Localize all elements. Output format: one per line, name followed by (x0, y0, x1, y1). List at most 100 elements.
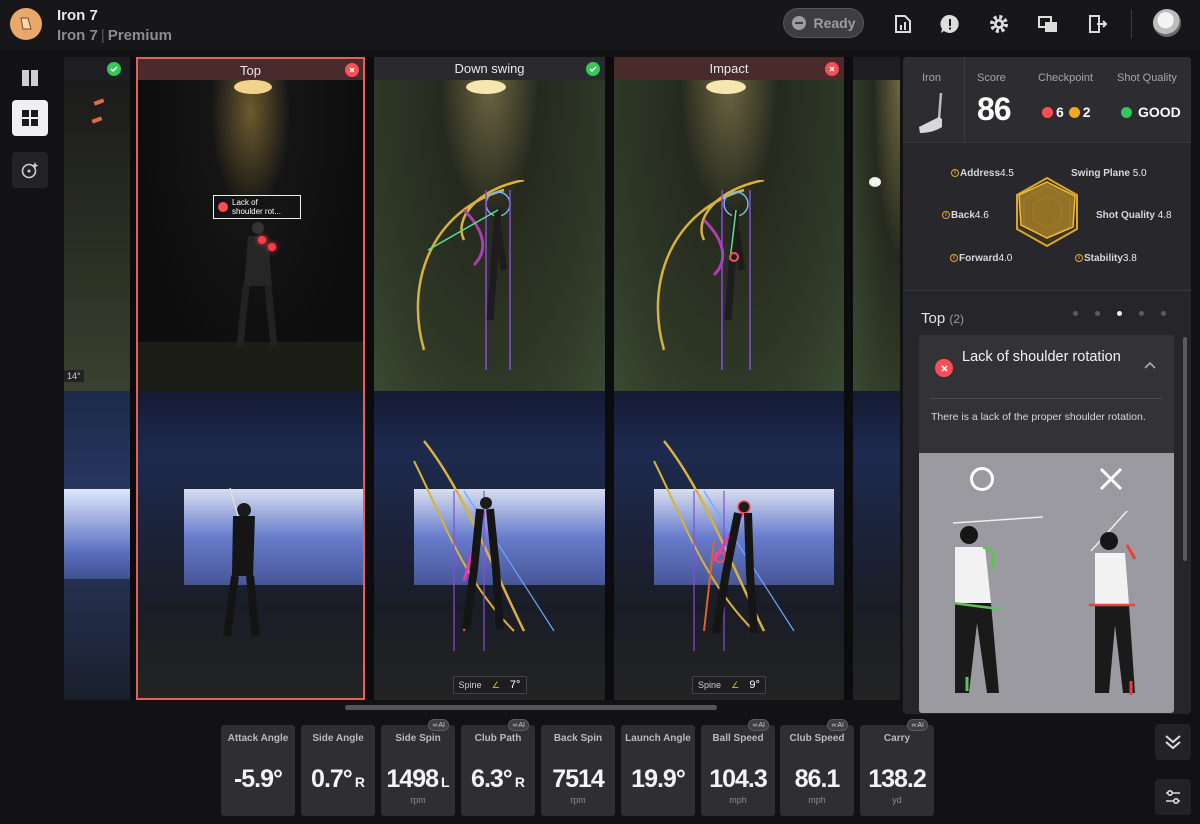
swing-path-overlay (653, 440, 795, 651)
metric-club-path[interactable]: ∞ AI Club Path 6.3° R (461, 719, 535, 816)
header-divider (1131, 10, 1132, 38)
radar-stability[interactable]: i Stability3.8 (1075, 253, 1137, 264)
frame-angle-marker: 14° (64, 370, 84, 382)
collapse-metrics-button[interactable] (1155, 724, 1191, 760)
subtitle-separator: | (100, 27, 105, 44)
correct-mark-icon (970, 467, 994, 491)
user-avatar[interactable] (1153, 9, 1181, 37)
metric-side-spin[interactable]: ∞ AI Side Spin 1498 L rpm (381, 719, 455, 816)
radar-value: 3.8 (1122, 253, 1137, 264)
radar-label: Shot Quality (1096, 210, 1155, 221)
angle-icon: ∠ (731, 679, 740, 690)
issues-section-title: Top (2) (921, 310, 964, 327)
page-dot[interactable] (1139, 311, 1144, 316)
incorrect-pose-figure (1089, 511, 1137, 695)
metric-number: 7514 (552, 765, 605, 793)
page-dot[interactable] (1095, 311, 1100, 316)
frame-side-view (853, 391, 900, 700)
metric-number: -5.9° (233, 765, 283, 793)
warning-count-icon (1068, 106, 1080, 118)
radar-swing-plane[interactable]: Swing Plane 5.0 (1071, 168, 1147, 179)
double-chevron-down-icon (1165, 735, 1181, 750)
gear-icon[interactable] (986, 11, 1012, 37)
frame-label: Down swing (454, 61, 525, 76)
page-dot-active[interactable] (1117, 311, 1122, 316)
frame-top[interactable]: Top Lack of shoulder rot... (136, 57, 365, 700)
exit-icon[interactable] (1084, 11, 1110, 37)
page-dot[interactable] (1073, 311, 1078, 316)
frame-error-icon (825, 62, 839, 76)
golfer-silhouette (223, 487, 260, 637)
annotation-text: Lack of shoulder rot... (232, 198, 281, 216)
club-label: Iron (922, 72, 941, 84)
frame-error-icon (345, 63, 359, 77)
page-title: Iron 7 (57, 7, 98, 24)
metric-ball-speed[interactable]: ∞ AI Ball Speed 104.3 mph (701, 719, 775, 816)
radar-shot-quality[interactable]: Shot Quality 4.8 (1096, 210, 1172, 221)
radar-label: Stability (1084, 253, 1123, 264)
metric-label: Ball Speed (712, 733, 764, 744)
angle-icon: ∠ (491, 679, 500, 690)
ai-badge: ∞ AI (827, 719, 848, 731)
checkpoint-counts: 6 2 (1042, 104, 1091, 120)
swing-video-grid: 14° Top Lack of shoulder rot... Down swi… (64, 57, 900, 700)
metric-value: -5.9° (221, 765, 295, 794)
metric-label: Club Path (474, 733, 522, 744)
radar-address[interactable]: i Address4.5 (951, 168, 1014, 179)
metric-value: 1498 L (381, 765, 455, 794)
club-avatar[interactable] (10, 8, 42, 40)
metric-launch-angle[interactable]: Launch Angle 19.9° (621, 725, 695, 816)
grid-view-button[interactable] (12, 100, 48, 136)
correct-pose-figure (952, 516, 1043, 693)
info-icon: i (950, 254, 958, 263)
metric-carry[interactable]: ∞ AI Carry 138.2 yd (860, 719, 934, 816)
frame-side-view (64, 391, 130, 700)
metric-back-spin[interactable]: Back Spin 7514 rpm (541, 725, 615, 816)
display-icon[interactable] (1035, 11, 1061, 37)
shot-quality: GOOD (1121, 104, 1181, 120)
spine-value: 7° (509, 679, 521, 691)
top-bar: Iron 7 Iron 7 | Premium Ready (0, 0, 1200, 50)
ai-badge-label: AI (837, 721, 844, 729)
spine-label: Spine (458, 680, 482, 690)
collapse-chevron-icon[interactable] (1143, 357, 1157, 375)
radar-value: 5.0 (1132, 168, 1147, 179)
section-count: (2) (949, 312, 965, 326)
ai-badge: ∞ AI (907, 719, 928, 731)
ai-sparkle-icon (21, 162, 39, 179)
summary-header: Iron Score 86 Checkpoint 6 2 Shot Qualit… (903, 57, 1191, 143)
frame-follow-through[interactable] (853, 57, 900, 700)
panel-scrollbar[interactable] (1183, 337, 1187, 561)
frame-address[interactable]: 14° (64, 57, 130, 700)
radar-forward[interactable]: i Forward4.0 (950, 253, 1012, 264)
metric-club-speed[interactable]: ∞ AI Club Speed 86.1 mph (780, 719, 854, 816)
metric-settings-button[interactable] (1155, 779, 1191, 815)
frame-down-swing[interactable]: Down swing Spine ∠ 7° (374, 57, 605, 700)
swing-path-overlay (416, 180, 525, 370)
issue-annotation[interactable]: Lack of shoulder rot... (213, 195, 301, 219)
metric-label: Attack Angle (227, 733, 289, 744)
radar-back[interactable]: i Back4.6 (942, 210, 989, 221)
info-icon: i (1075, 254, 1083, 263)
report-icon[interactable] (890, 11, 916, 37)
metric-label: Side Spin (395, 733, 441, 744)
metric-direction: R (354, 774, 365, 790)
issue-pagination[interactable] (1073, 311, 1166, 316)
alert-icon[interactable] (937, 11, 963, 37)
frame-header: Down swing (374, 57, 605, 80)
issue-description: There is a lack of the proper shoulder r… (931, 411, 1146, 423)
frame-impact[interactable]: Impact Spine ∠ 9° (614, 57, 844, 700)
metric-attack-angle[interactable]: Attack Angle -5.9° (221, 725, 295, 816)
metric-side-angle[interactable]: Side Angle 0.7° R (301, 725, 375, 816)
ready-button[interactable]: Ready (783, 8, 864, 38)
split-view-button[interactable] (12, 60, 48, 96)
info-icon: i (942, 211, 950, 220)
metric-unit: rpm (570, 795, 586, 805)
ai-badge-label: AI (518, 721, 525, 729)
metric-value: 104.3 (701, 765, 775, 794)
frames-scrollbar[interactable] (345, 705, 717, 710)
page-dot[interactable] (1161, 311, 1166, 316)
issue-illustration (919, 453, 1174, 713)
ai-analysis-button[interactable] (12, 152, 48, 188)
radar-chart: i Address4.5 Swing Plane 5.0 i Back4.6 Sho… (903, 144, 1191, 291)
